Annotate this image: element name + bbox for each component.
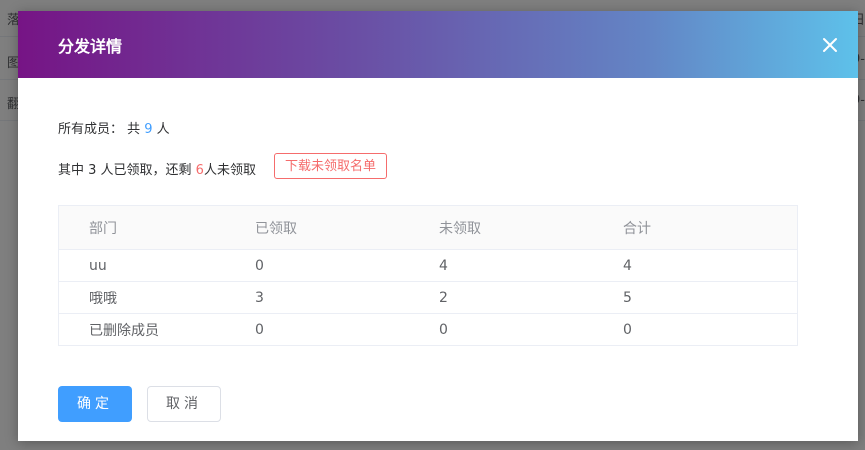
table-row: uu 0 4 4 — [59, 250, 797, 282]
cell-total: 4 — [623, 257, 632, 274]
unclaimed-count: 6 — [195, 163, 204, 178]
header-claimed: 已领取 — [255, 220, 297, 237]
total-members-line: 所有成员： 共 9 人 — [58, 118, 170, 137]
department-table: 部门 已领取 未领取 合计 uu 0 4 4 哦哦 3 2 5 已删除成员 0 … — [58, 205, 798, 346]
download-unclaimed-list-button[interactable]: 下载未领取名单 — [274, 153, 388, 179]
cell-unclaimed: 2 — [439, 289, 448, 306]
table-row: 哦哦 3 2 5 — [59, 282, 797, 314]
claimed-prefix: 其中 3 人已领取，还剩 — [58, 163, 196, 178]
cell-total: 0 — [623, 321, 632, 338]
total-members-count: 9 — [144, 122, 153, 137]
header-unclaimed: 未领取 — [439, 220, 481, 237]
close-icon[interactable] — [820, 35, 840, 55]
cell-unclaimed: 0 — [439, 321, 448, 338]
cell-claimed: 0 — [255, 321, 264, 338]
cell-unclaimed: 4 — [439, 257, 448, 274]
header-department: 部门 — [89, 220, 117, 237]
total-members-suffix: 人 — [152, 122, 170, 137]
cell-claimed: 3 — [255, 289, 264, 306]
dialog-header: 分发详情 — [18, 11, 858, 78]
distribution-details-dialog: 分发详情 所有成员： 共 9 人 其中 3 人已领取，还剩 6人未领取 下载未领… — [18, 11, 858, 441]
cell-department: 哦哦 — [89, 290, 117, 307]
claim-status-line: 其中 3 人已领取，还剩 6人未领取 — [58, 159, 256, 178]
cell-department: uu — [89, 257, 107, 274]
cell-department: 已删除成员 — [89, 322, 159, 339]
header-total: 合计 — [623, 220, 651, 237]
total-members-prefix: 所有成员： 共 — [58, 122, 145, 137]
cell-total: 5 — [623, 289, 632, 306]
dialog-title: 分发详情 — [58, 37, 123, 56]
table-header-row: 部门 已领取 未领取 合计 — [59, 206, 797, 250]
cancel-button[interactable]: 取消 — [147, 386, 221, 422]
cell-claimed: 0 — [255, 257, 264, 274]
unclaimed-suffix: 人未领取 — [203, 163, 256, 178]
confirm-button[interactable]: 确定 — [58, 386, 132, 422]
table-row: 已删除成员 0 0 0 — [59, 314, 797, 345]
